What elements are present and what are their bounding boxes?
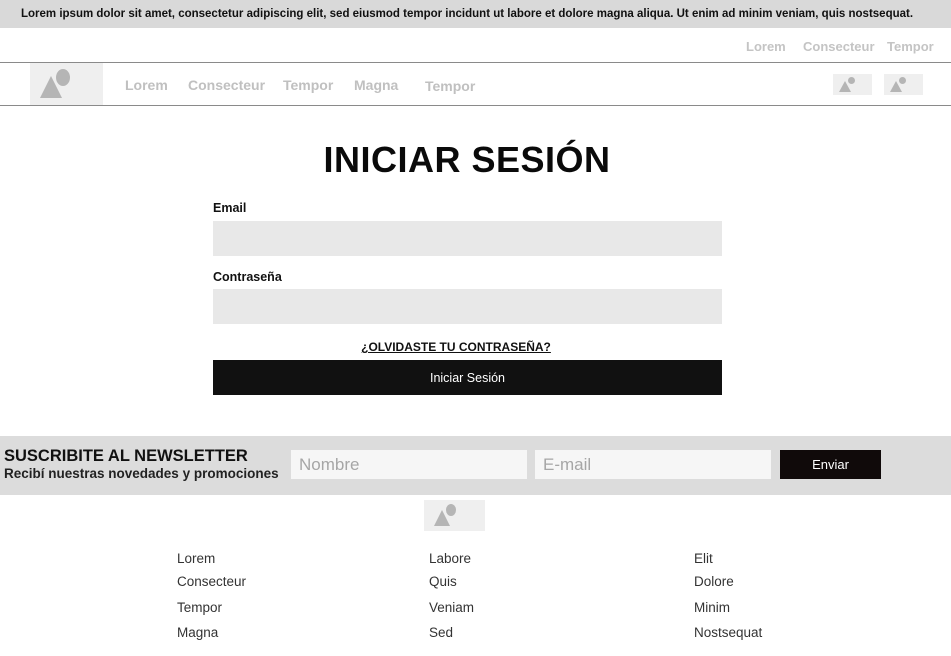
email-label: Email (213, 201, 247, 215)
password-field[interactable] (213, 289, 722, 324)
footer-link[interactable]: Nostsequat (694, 625, 762, 640)
footer-link[interactable]: Magna (177, 625, 218, 640)
nav-link-lorem[interactable]: Lorem (125, 77, 168, 93)
utility-link-lorem[interactable]: Lorem (746, 39, 786, 54)
footer-link[interactable]: Quis (429, 574, 457, 589)
nav-link-magna[interactable]: Magna (354, 77, 398, 93)
footer-link[interactable]: Minim (694, 600, 730, 615)
footer-link[interactable]: Lorem (177, 551, 215, 566)
nav-link-tempor-2[interactable]: Tempor (425, 78, 475, 94)
footer-link[interactable]: Labore (429, 551, 471, 566)
footer-link[interactable]: Elit (694, 551, 713, 566)
forgot-password-link[interactable]: ¿OLVIDASTE TU CONTRASEÑA? (213, 340, 699, 354)
image-placeholder-icon (839, 77, 859, 92)
newsletter-name-input[interactable] (291, 450, 527, 479)
login-button[interactable]: Iniciar Sesión (213, 360, 722, 395)
footer-link[interactable]: Dolore (694, 574, 734, 589)
image-placeholder-icon (40, 69, 74, 99)
newsletter-email-input[interactable] (535, 450, 771, 479)
nav-link-consecteur[interactable]: Consecteur (188, 77, 265, 93)
footer-link[interactable]: Tempor (177, 600, 222, 615)
footer-link[interactable]: Veniam (429, 600, 474, 615)
footer-link[interactable]: Consecteur (177, 574, 246, 589)
newsletter-submit-button[interactable]: Enviar (780, 450, 881, 479)
image-placeholder-icon (890, 77, 910, 92)
newsletter-section: SUSCRIBITE AL NEWSLETTER Recibí nuestras… (0, 436, 951, 495)
site-logo[interactable] (30, 63, 103, 105)
password-label: Contraseña (213, 270, 282, 284)
utility-link-consecteur[interactable]: Consecteur (803, 39, 875, 54)
footer-link[interactable]: Sed (429, 625, 453, 640)
main-nav: Lorem Consecteur Tempor Magna Tempor (0, 62, 951, 106)
image-placeholder-icon (434, 504, 460, 526)
email-field[interactable] (213, 221, 722, 256)
newsletter-title: SUSCRIBITE AL NEWSLETTER (4, 447, 248, 465)
newsletter-subtitle: Recibí nuestras novedades y promociones (4, 466, 279, 481)
announcement-bar: Lorem ipsum dolor sit amet, consectetur … (0, 0, 951, 28)
announcement-text: Lorem ipsum dolor sit amet, consectetur … (21, 8, 914, 20)
nav-link-tempor[interactable]: Tempor (283, 77, 333, 93)
nav-icon-button-2[interactable] (884, 74, 923, 95)
footer-logo[interactable] (424, 500, 485, 531)
utility-link-tempor[interactable]: Tempor (887, 39, 934, 54)
page-title: INICIAR SESIÓN (323, 139, 611, 180)
nav-icon-button-1[interactable] (833, 74, 872, 95)
